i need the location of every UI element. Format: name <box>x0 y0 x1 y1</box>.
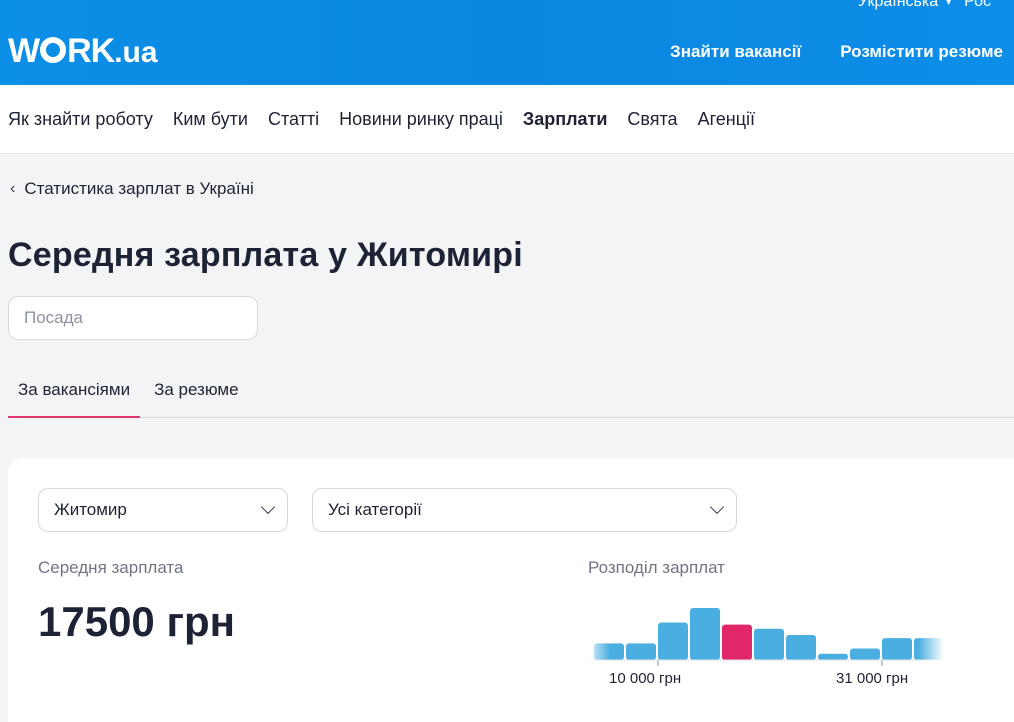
language-switcher[interactable]: Українська ▾ Рос <box>858 0 991 11</box>
subnav-item-salaries[interactable]: Зарплати <box>523 109 607 130</box>
tab-by-vacancies[interactable]: За вакансіями <box>8 365 141 418</box>
chevron-down-icon <box>260 499 276 515</box>
lang-other[interactable]: Рос <box>964 0 991 11</box>
subnav-item-articles[interactable]: Статті <box>268 109 319 130</box>
tab-by-resumes[interactable]: За резюме <box>144 365 248 418</box>
subnav-item-holidays[interactable]: Свята <box>627 109 677 130</box>
chart-tick-label: 10 000 грн <box>609 670 682 687</box>
distribution-bar <box>690 608 720 660</box>
page-title: Середня зарплата у Житомирі <box>8 236 523 274</box>
lang-current[interactable]: Українська <box>858 0 938 11</box>
distribution-bar <box>818 653 848 660</box>
site-header: Українська ▾ Рос W RK.ua Знайти вакансії … <box>0 0 1014 85</box>
logo-letters: RK <box>67 32 115 70</box>
site-logo[interactable]: W RK.ua <box>8 33 158 71</box>
subnav-item-how-to-find-job[interactable]: Як знайти роботу <box>8 109 153 130</box>
distribution-label: Розподіл зарплат <box>588 558 725 577</box>
distribution-bar <box>626 643 656 660</box>
chevron-down-icon: ▾ <box>946 0 952 8</box>
logo-suffix: .ua <box>114 36 158 69</box>
subnav-item-career[interactable]: Ким бути <box>173 109 248 130</box>
distribution-bar <box>786 635 816 660</box>
average-salary-value: 17500 грн <box>38 598 235 645</box>
find-jobs-link[interactable]: Знайти вакансії <box>670 42 801 62</box>
category-select-value: Усі категорії <box>328 500 422 519</box>
distribution-bar <box>850 648 880 660</box>
breadcrumb-link[interactable]: Статистика зарплат в Україні <box>24 179 253 199</box>
distribution-bar-highlight <box>722 624 752 660</box>
logo-letter: W <box>8 32 40 70</box>
distribution-bar <box>882 638 912 660</box>
logo-o-ring <box>40 37 67 63</box>
chart-tick-label: 31 000 грн <box>836 670 909 687</box>
breadcrumb[interactable]: ‹ Статистика зарплат в Україні <box>10 179 254 199</box>
header-nav: Знайти вакансії Розмістити резюме <box>670 42 1003 62</box>
distribution-bar <box>658 622 688 660</box>
source-tabs: За вакансіями За резюме <box>8 365 1014 418</box>
distribution-bar <box>754 628 784 660</box>
position-search-input[interactable] <box>8 296 258 340</box>
secondary-nav: Як знайти роботу Ким бути Статті Новини … <box>0 85 1014 154</box>
category-select[interactable]: Усі категорії <box>312 488 737 532</box>
chevron-left-icon: ‹ <box>10 180 16 197</box>
subnav-item-market-news[interactable]: Новини ринку праці <box>339 109 503 130</box>
chart-fade-left <box>584 596 610 662</box>
subnav-item-agencies[interactable]: Агенції <box>698 109 755 130</box>
post-resume-link[interactable]: Розмістити резюме <box>840 42 1003 62</box>
chevron-down-icon <box>709 499 725 515</box>
city-select-value: Житомир <box>54 500 127 519</box>
chart-fade-right <box>918 596 944 662</box>
city-select[interactable]: Житомир <box>38 488 288 532</box>
salary-stats-card: Житомир Усі категорії Середня зарплата 1… <box>8 458 1014 722</box>
average-salary-label: Середня зарплата <box>38 558 184 577</box>
